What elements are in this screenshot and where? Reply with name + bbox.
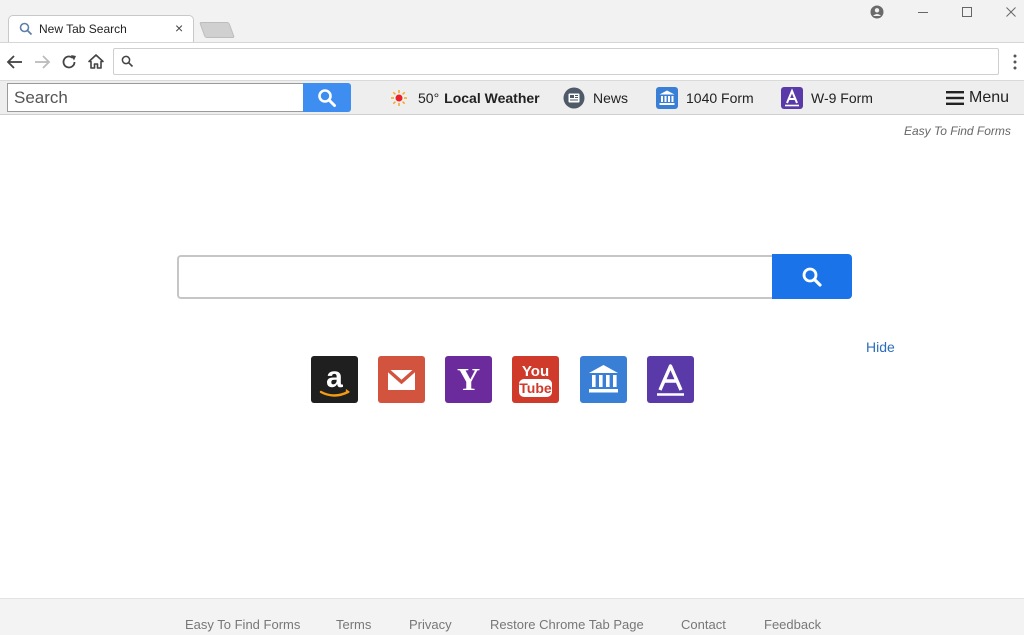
profile-icon[interactable] xyxy=(870,5,884,19)
browser-navbar xyxy=(0,42,1024,80)
reload-icon[interactable] xyxy=(59,52,79,72)
search-icon xyxy=(802,267,822,287)
hamburger-icon xyxy=(946,87,964,109)
footer: Easy To Find Forms Terms Privacy Restore… xyxy=(0,598,1024,635)
svg-text:Y: Y xyxy=(457,361,480,397)
footer-link-restore[interactable]: Restore Chrome Tab Page xyxy=(490,617,644,632)
footer-link-feedback[interactable]: Feedback xyxy=(764,617,821,632)
footer-link-brand[interactable]: Easy To Find Forms xyxy=(185,617,300,632)
youtube-tile[interactable]: You Tube xyxy=(512,356,559,403)
close-window-icon[interactable] xyxy=(1005,6,1017,18)
svg-text:Tube: Tube xyxy=(519,380,552,396)
main-search-input[interactable] xyxy=(177,255,773,299)
bank-tile[interactable] xyxy=(580,356,627,403)
form1040-label: 1040 Form xyxy=(686,89,754,106)
home-icon[interactable] xyxy=(86,52,106,72)
search-icon xyxy=(318,88,336,107)
svg-text:You: You xyxy=(522,363,549,380)
bank-icon xyxy=(656,86,678,109)
toolbar-news[interactable]: News xyxy=(563,81,628,114)
news-label: News xyxy=(593,89,629,106)
weather-label: Local Weather xyxy=(444,89,540,106)
footer-link-terms[interactable]: Terms xyxy=(336,617,371,632)
amazon-tile[interactable]: a xyxy=(311,356,358,403)
new-tab-button[interactable] xyxy=(199,22,235,38)
brand-name: Easy To Find Forms xyxy=(904,124,1011,138)
back-icon[interactable] xyxy=(5,52,25,72)
youtube-icon: You Tube xyxy=(519,363,552,397)
search-icon xyxy=(121,55,134,68)
footer-link-contact[interactable]: Contact xyxy=(681,617,726,632)
extension-toolbar: 50° Local Weather News xyxy=(0,80,1024,115)
hide-link[interactable]: Hide xyxy=(866,339,895,355)
maximize-icon[interactable] xyxy=(961,6,973,18)
yahoo-tile[interactable]: Y xyxy=(445,356,492,403)
forward-icon[interactable] xyxy=(32,52,52,72)
gmail-icon xyxy=(386,368,417,390)
tab-close-icon[interactable]: × xyxy=(175,20,183,36)
sun-icon xyxy=(388,87,410,109)
toolbar-menu[interactable]: Menu xyxy=(946,81,1009,114)
toolbar-search-button[interactable] xyxy=(303,83,351,112)
toolbar-w9-form[interactable]: W-9 Form xyxy=(781,81,873,114)
yahoo-icon: Y xyxy=(457,361,480,397)
gmail-tile[interactable] xyxy=(378,356,425,403)
search-icon xyxy=(19,22,33,36)
minimize-icon[interactable] xyxy=(917,6,929,18)
weather-temp: 50° xyxy=(418,89,440,106)
menu-label: Menu xyxy=(969,88,1010,106)
forms-icon xyxy=(657,364,684,396)
tab-title: New Tab Search xyxy=(39,22,127,36)
toolbar-search-input[interactable] xyxy=(7,83,304,112)
forms-icon xyxy=(781,86,803,109)
svg-text:a: a xyxy=(326,361,343,394)
chrome-menu-icon[interactable] xyxy=(1012,53,1018,71)
browser-tab[interactable]: New Tab Search × xyxy=(8,15,194,43)
address-bar[interactable] xyxy=(113,48,999,75)
toolbar-weather[interactable]: 50° Local Weather xyxy=(388,81,540,114)
bank-icon xyxy=(589,365,618,393)
main-search-button[interactable] xyxy=(772,254,852,299)
news-icon xyxy=(563,87,585,109)
footer-link-privacy[interactable]: Privacy xyxy=(409,617,452,632)
forms-tile[interactable] xyxy=(647,356,694,403)
browser-titlebar: New Tab Search × xyxy=(0,0,1024,43)
w9-label: W-9 Form xyxy=(811,89,873,106)
toolbar-1040-form[interactable]: 1040 Form xyxy=(656,81,754,114)
amazon-icon: a xyxy=(319,361,350,397)
